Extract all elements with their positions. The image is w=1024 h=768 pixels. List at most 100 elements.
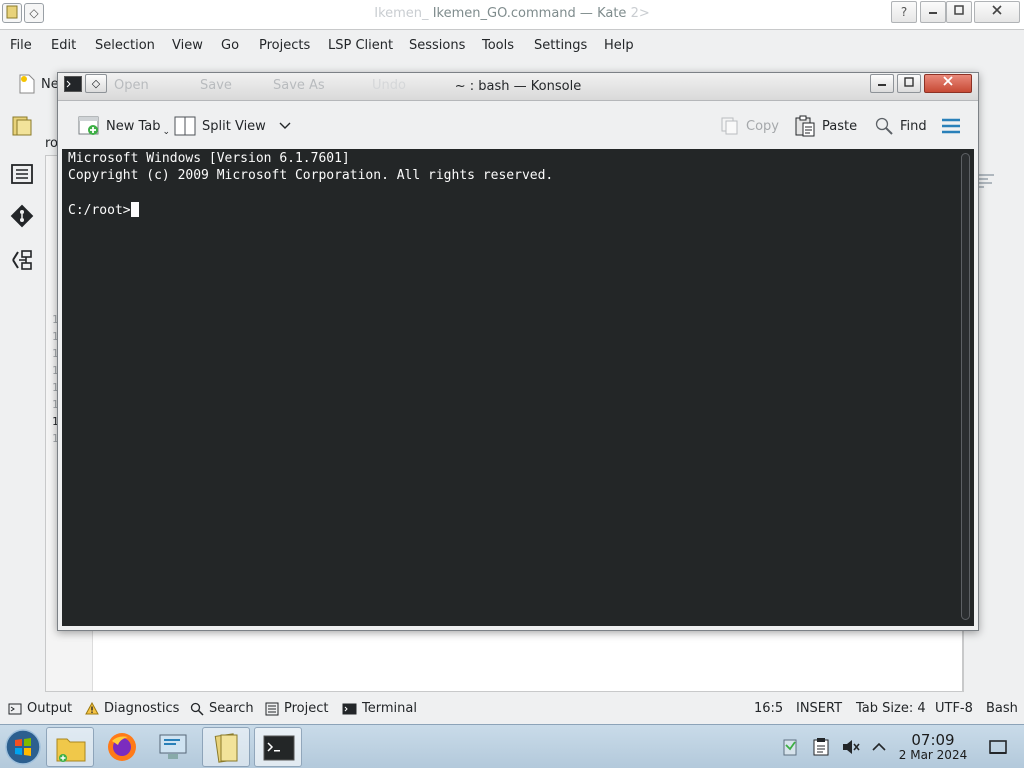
paste-button[interactable]: Paste bbox=[794, 114, 857, 138]
scrollbar-thumb[interactable] bbox=[961, 153, 970, 620]
konsole-icon bbox=[263, 735, 295, 761]
terminal-view[interactable]: Microsoft Windows [Version 6.1.7601] Cop… bbox=[62, 149, 958, 626]
output-icon bbox=[8, 703, 22, 714]
notes-tray-icon[interactable] bbox=[811, 737, 831, 757]
help-button[interactable]: ? bbox=[891, 1, 917, 23]
volume-muted-icon[interactable] bbox=[841, 737, 861, 757]
menu-help[interactable]: Help bbox=[604, 38, 634, 53]
search-tab-label: Search bbox=[209, 701, 254, 716]
taskbar-firefox[interactable] bbox=[98, 727, 146, 767]
start-menu-icon[interactable] bbox=[4, 728, 42, 766]
title-ghost-left: Ikemen_ bbox=[374, 6, 429, 21]
taskbar-network-app[interactable] bbox=[150, 727, 198, 767]
minimize-button[interactable] bbox=[920, 1, 946, 23]
new-tab-icon bbox=[78, 116, 99, 135]
git-icon[interactable] bbox=[10, 204, 34, 228]
output-tab-label: Output bbox=[27, 701, 73, 716]
paste-icon bbox=[795, 115, 815, 137]
konsole-toolbar: New Tab ⌄ Split View Copy Paste Find bbox=[58, 102, 978, 148]
new-document-icon[interactable] bbox=[18, 74, 36, 94]
computer-icon bbox=[159, 734, 187, 759]
taskbar-kate[interactable] bbox=[202, 727, 250, 767]
tab-size[interactable]: Tab Size: 4 bbox=[856, 701, 926, 716]
new-tab-button[interactable]: New Tab ⌄ bbox=[78, 114, 170, 138]
terminal-icon bbox=[342, 703, 357, 714]
terminal-prompt: C:/root> bbox=[68, 203, 131, 218]
menu-lsp-client[interactable]: LSP Client bbox=[328, 38, 393, 53]
taskbar-konsole[interactable] bbox=[254, 727, 302, 767]
kate-titlebar[interactable]: ◇ Ikemen_ Ikemen_GO.command — Kate 2> ? bbox=[0, 0, 1024, 30]
clipboard-tray-icon[interactable] bbox=[780, 737, 800, 757]
copy-button[interactable]: Copy bbox=[720, 114, 779, 138]
menu-go[interactable]: Go bbox=[221, 38, 239, 53]
split-view-button[interactable]: Split View bbox=[174, 114, 292, 138]
menu-file[interactable]: File bbox=[10, 38, 32, 53]
menu-tools[interactable]: Tools bbox=[482, 38, 514, 53]
terminal-tab-label: Terminal bbox=[362, 701, 417, 716]
split-view-label: Split View bbox=[202, 118, 266, 134]
terminal-line: Copyright (c) 2009 Microsoft Corporation… bbox=[68, 168, 554, 183]
kate-window-title: Ikemen_GO.command — Kate bbox=[432, 6, 627, 21]
clock-date: 2 Mar 2024 bbox=[898, 748, 968, 762]
menu-sessions[interactable]: Sessions bbox=[409, 38, 465, 53]
terminal-prompt-line: C:/root> bbox=[68, 202, 139, 218]
clock-time: 07:09 bbox=[911, 731, 955, 749]
diagnostics-tab-label: Diagnostics bbox=[104, 701, 180, 716]
chevron-down-icon[interactable] bbox=[278, 121, 292, 131]
hamburger-menu-icon[interactable] bbox=[941, 118, 961, 134]
terminal-scrollbar[interactable] bbox=[958, 149, 974, 626]
search-tab[interactable]: Search bbox=[190, 701, 254, 716]
symbols-icon[interactable] bbox=[10, 248, 34, 272]
project-tab-label: Project bbox=[284, 701, 329, 716]
close-button[interactable] bbox=[974, 1, 1020, 23]
find-button[interactable]: Find bbox=[874, 114, 927, 138]
maximize-button[interactable] bbox=[946, 1, 972, 23]
warning-icon bbox=[85, 702, 99, 715]
syntax-mode[interactable]: Bash bbox=[986, 701, 1018, 716]
search-icon bbox=[190, 702, 204, 716]
text-cursor bbox=[130, 202, 139, 217]
konsole-maximize-button[interactable] bbox=[897, 74, 921, 93]
terminal-tab[interactable]: Terminal bbox=[342, 701, 417, 716]
konsole-close-button[interactable] bbox=[924, 74, 972, 93]
kate-sidebar bbox=[0, 106, 44, 686]
project-tab[interactable]: Project bbox=[265, 701, 328, 716]
menu-settings[interactable]: Settings bbox=[534, 38, 587, 53]
konsole-window: ◇ Open Save Save As Undo ~ : bash — Kons… bbox=[57, 72, 979, 631]
diagnostics-tab[interactable]: Diagnostics bbox=[85, 701, 179, 716]
kate-icon bbox=[214, 733, 238, 763]
konsole-window-title: ~ : bash — Konsole bbox=[454, 79, 582, 94]
copy-icon bbox=[721, 117, 738, 135]
project-icon bbox=[265, 702, 279, 715]
taskbar: 07:09 2 Mar 2024 bbox=[0, 724, 1024, 768]
cursor-position[interactable]: 16:5 bbox=[754, 701, 783, 716]
menubar: File Edit Selection View Go Projects LSP… bbox=[0, 31, 1024, 61]
new-tab-label: New Tab bbox=[106, 118, 161, 134]
menu-projects[interactable]: Projects bbox=[259, 38, 310, 53]
menu-view[interactable]: View bbox=[172, 38, 203, 53]
copy-label: Copy bbox=[746, 118, 779, 134]
find-label: Find bbox=[900, 118, 927, 134]
chevron-up-icon[interactable] bbox=[869, 737, 889, 757]
show-desktop-icon[interactable] bbox=[988, 737, 1008, 757]
list-icon[interactable] bbox=[10, 162, 34, 186]
konsole-titlebar[interactable]: ◇ Open Save Save As Undo ~ : bash — Kons… bbox=[58, 73, 978, 101]
paste-label: Paste bbox=[822, 118, 858, 134]
split-view-icon bbox=[174, 116, 196, 136]
title-ghost-right: 2> bbox=[630, 6, 650, 21]
menu-edit[interactable]: Edit bbox=[51, 38, 76, 53]
konsole-minimize-button[interactable] bbox=[870, 74, 894, 93]
clock[interactable]: 07:09 2 Mar 2024 bbox=[892, 732, 974, 762]
firefox-icon bbox=[108, 733, 136, 761]
folder-icon bbox=[56, 738, 86, 762]
terminal-line: Microsoft Windows [Version 6.1.7601] bbox=[68, 151, 350, 166]
input-mode[interactable]: INSERT bbox=[796, 701, 842, 716]
new-tab-dropdown-icon: ⌄ bbox=[162, 127, 171, 137]
output-tab[interactable]: Output bbox=[8, 701, 72, 716]
menu-selection[interactable]: Selection bbox=[95, 38, 155, 53]
taskbar-file-manager[interactable] bbox=[46, 727, 94, 767]
kate-bottom-bar: Output Diagnostics Search Project Termin… bbox=[0, 697, 1024, 724]
encoding[interactable]: UTF-8 bbox=[935, 701, 973, 716]
documents-icon[interactable] bbox=[10, 114, 34, 138]
find-icon bbox=[875, 117, 893, 135]
